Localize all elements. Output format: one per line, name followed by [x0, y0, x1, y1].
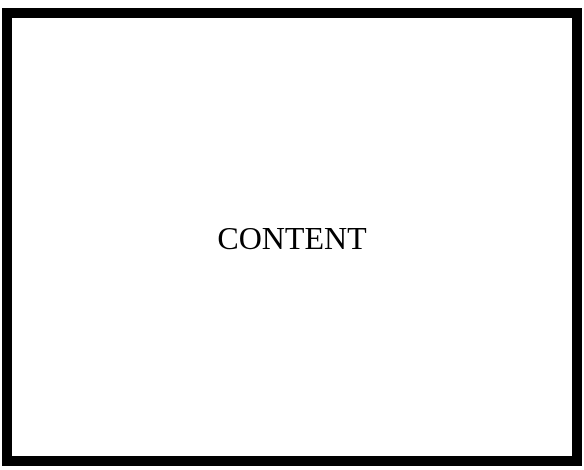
- content-frame: CONTENT: [2, 8, 582, 466]
- content-label: CONTENT: [217, 219, 367, 256]
